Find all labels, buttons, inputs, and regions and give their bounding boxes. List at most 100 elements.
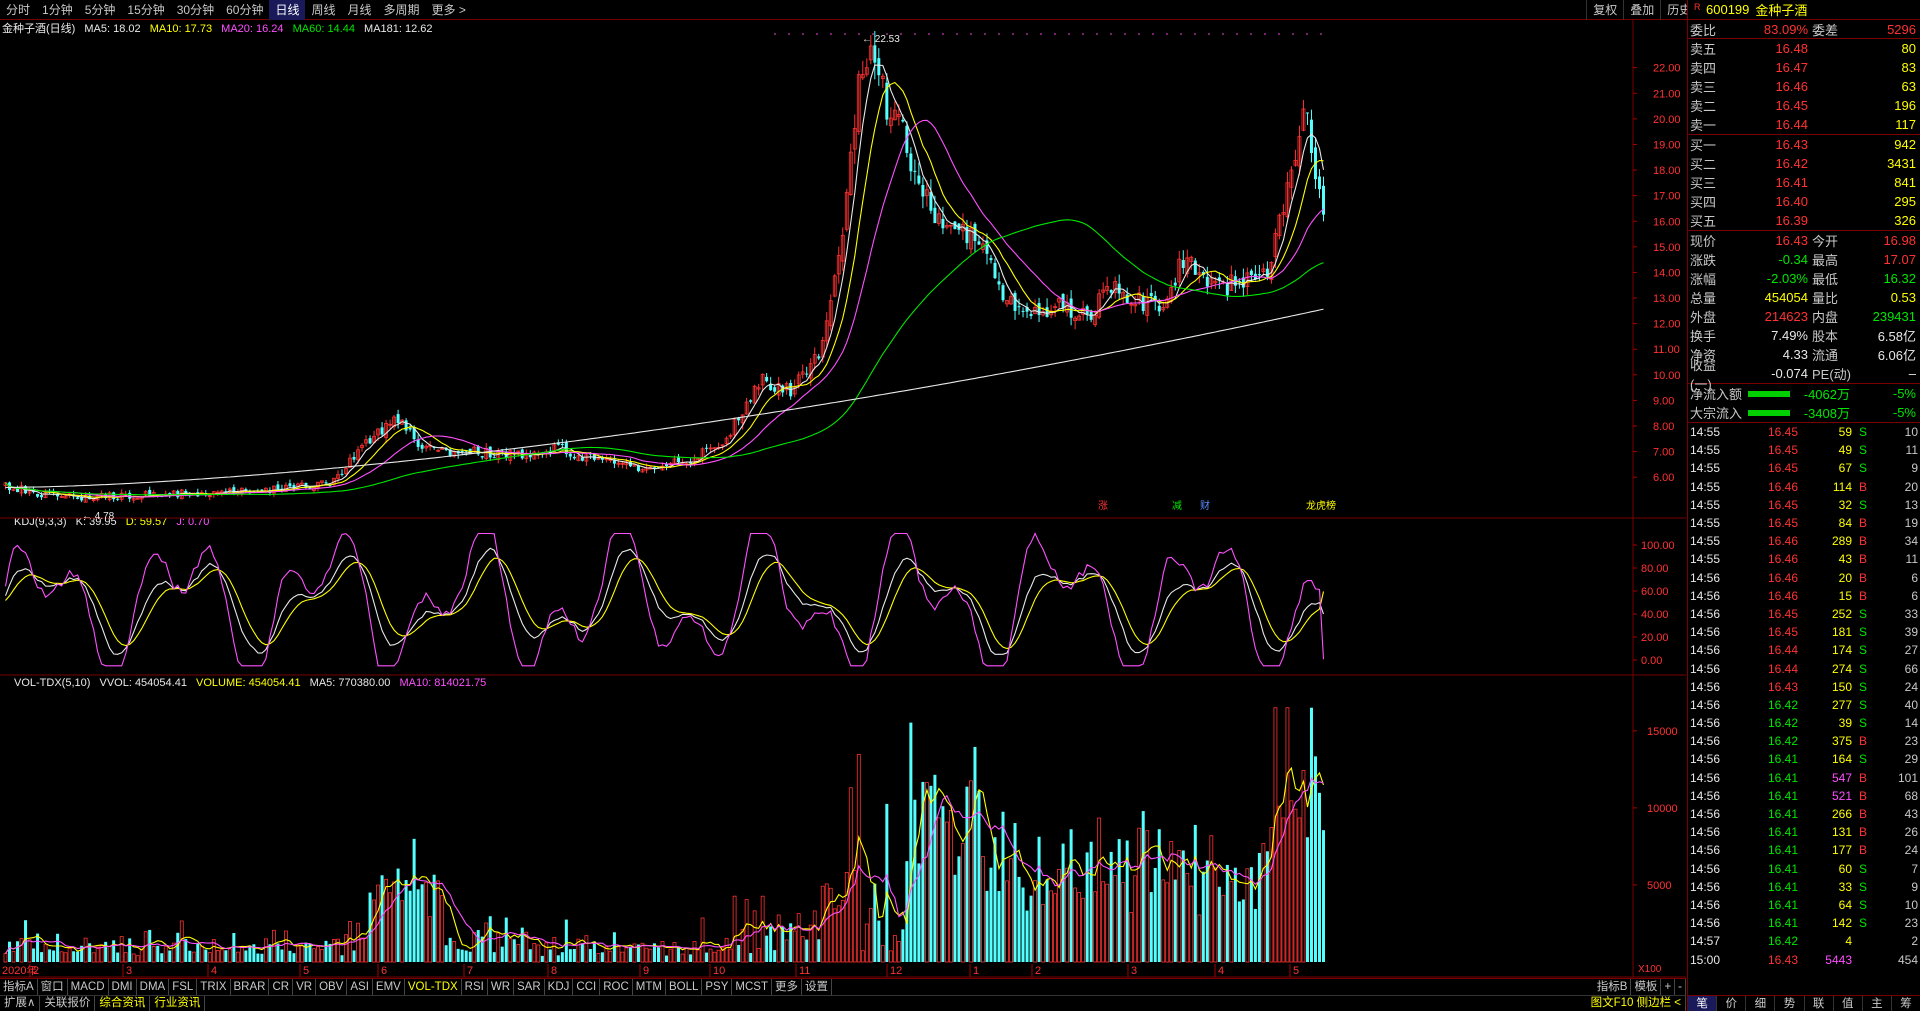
volume-bar — [1117, 839, 1121, 962]
period-1[interactable]: 1分钟 — [36, 0, 79, 20]
period-0[interactable]: 分时 — [0, 0, 36, 20]
indicator-tab-5[interactable]: FSL — [169, 979, 198, 995]
indicator-tab-16[interactable]: SAR — [514, 979, 545, 995]
event-mark-3[interactable]: 龙虎榜 — [1306, 499, 1336, 512]
indicator-tab-23[interactable]: MCST — [732, 979, 772, 995]
flow-label: 净流入额 — [1690, 387, 1743, 402]
stock-flag: R — [1694, 2, 1701, 12]
candle-body — [1225, 282, 1229, 296]
indicator-tab-14[interactable]: RSI — [462, 979, 488, 995]
candle-body — [1317, 176, 1321, 190]
indicator-tab-19[interactable]: ROC — [600, 979, 633, 995]
candle-body — [941, 218, 945, 229]
panel-tab-2[interactable]: 细 — [1746, 996, 1776, 1011]
period-7[interactable]: 周线 — [305, 0, 341, 20]
period-9[interactable]: 多周期 — [378, 0, 426, 20]
indicator-tab-18[interactable]: CCI — [573, 979, 601, 995]
indicator-tab-21[interactable]: BOLL — [666, 979, 703, 995]
indicator-tab-7[interactable]: BRAR — [231, 979, 270, 995]
indicator-tab-2[interactable]: MACD — [68, 979, 109, 995]
signal-dot — [984, 33, 986, 35]
signal-dot — [844, 33, 846, 35]
indicator-tab-22[interactable]: PSY — [702, 979, 733, 995]
indicator-tab-9[interactable]: VR — [293, 979, 317, 995]
bottom-tab-2[interactable]: 综合资讯 — [95, 996, 151, 1011]
indicator-tab-12[interactable]: EMV — [373, 979, 405, 995]
volume-bar — [732, 895, 737, 963]
indicator-tab-24[interactable]: 更多 — [772, 979, 802, 995]
tool-1[interactable]: 叠加 — [1623, 0, 1660, 20]
indicator-tab-0[interactable]: 指标A — [0, 979, 38, 995]
indicator-tab-15[interactable]: WR — [488, 979, 515, 995]
indicator-tab-13[interactable]: VOL-TDX — [405, 979, 462, 995]
indicator-tab-8[interactable]: CR — [269, 979, 294, 995]
volume-bar — [1169, 841, 1174, 963]
panel-tab-4[interactable]: 联 — [1805, 996, 1834, 1011]
panel-tab-5[interactable]: 值 — [1834, 996, 1863, 1011]
period-10[interactable]: 更多 > — [426, 0, 472, 20]
tick-time: 14:56 — [1690, 825, 1721, 840]
event-mark-1[interactable]: 减 — [1172, 500, 1182, 512]
tick-volume: 266 — [1831, 807, 1852, 822]
period-8[interactable]: 月线 — [342, 0, 378, 20]
sell-label: 卖一 — [1690, 118, 1717, 133]
volume-bar — [356, 922, 360, 963]
volume-bar — [592, 941, 596, 962]
volume-bar — [1137, 827, 1142, 963]
panel-tab-0[interactable]: 笔 — [1688, 996, 1718, 1011]
indicator-right-3[interactable]: - — [1675, 979, 1686, 995]
volume-bar — [981, 856, 985, 963]
signal-dot — [830, 33, 832, 35]
kline-chart[interactable]: 22.0021.0020.0019.0018.0017.0016.0015.00… — [0, 20, 1686, 980]
volume-bar — [957, 856, 961, 962]
period-6[interactable]: 日线 — [269, 0, 306, 20]
period-5[interactable]: 60分钟 — [220, 0, 269, 20]
event-mark-0[interactable]: 涨 — [1098, 500, 1108, 512]
candle-body — [76, 497, 80, 499]
indicator-right-0[interactable]: 指标B — [1594, 979, 1632, 995]
panel-tab-6[interactable]: 主 — [1863, 996, 1892, 1011]
indicator-right-2[interactable]: + — [1661, 979, 1676, 995]
indicator-tab-17[interactable]: KDJ — [545, 979, 574, 995]
volume-bar — [941, 806, 945, 962]
volume-bar — [424, 881, 429, 963]
bottom-tab-1[interactable]: 关联报价 — [40, 996, 96, 1011]
indicator-right-1[interactable]: 模板 — [1631, 979, 1662, 995]
bottom-tab-0[interactable]: 扩展∧ — [0, 996, 41, 1011]
sell-price: 16.47 — [1775, 60, 1808, 75]
period-4[interactable]: 30分钟 — [171, 0, 220, 20]
indicator-tab-25[interactable]: 设置 — [802, 979, 832, 995]
indicator-tab-1[interactable]: 窗口 — [38, 979, 68, 995]
tick-row: 14:56 16.41 547 B 101 — [1688, 769, 1920, 787]
event-mark-2[interactable]: 财 — [1200, 499, 1210, 512]
panel-tab-1[interactable]: 价 — [1717, 996, 1747, 1011]
tick-price: 16.46 — [1767, 552, 1798, 567]
indicator-tab-3[interactable]: DMI — [109, 979, 137, 995]
period-3[interactable]: 15分钟 — [121, 0, 170, 20]
volume-bar — [596, 953, 601, 963]
period-2[interactable]: 5分钟 — [79, 0, 122, 20]
volume-bar — [56, 933, 60, 962]
indicator-tab-20[interactable]: MTM — [633, 979, 666, 995]
volume-bar — [1229, 881, 1234, 963]
tick-row: 14:56 16.41 131 B 26 — [1688, 823, 1920, 841]
indicator-tab-6[interactable]: TRIX — [197, 979, 231, 995]
candle-body — [492, 457, 496, 459]
panel-tab-3[interactable]: 势 — [1775, 996, 1805, 1011]
indicator-tab-11[interactable]: ASI — [347, 979, 373, 995]
bottom-tab-3[interactable]: 行业资讯 — [150, 996, 206, 1011]
indicator-tab-10[interactable]: OBV — [316, 979, 348, 995]
bottom-right[interactable]: 图文F10 侧边栏 < — [1587, 996, 1686, 1011]
tick-price: 16.45 — [1767, 606, 1798, 621]
indicator-tab-4[interactable]: DMA — [137, 979, 170, 995]
tool-0[interactable]: 复权 — [1586, 0, 1623, 20]
candle-body — [460, 451, 464, 453]
panel-tab-7[interactable]: 筹 — [1892, 996, 1920, 1011]
tick-time: 14:56 — [1690, 679, 1721, 694]
tick-volume: 547 — [1831, 770, 1852, 785]
tick-row: 14:56 16.41 64 S 10 — [1688, 896, 1920, 914]
volume-bar — [484, 922, 489, 963]
buy-label: 买五 — [1690, 214, 1717, 229]
tick-volume: 43 — [1838, 552, 1852, 567]
tick-count: 40 — [1904, 697, 1918, 712]
